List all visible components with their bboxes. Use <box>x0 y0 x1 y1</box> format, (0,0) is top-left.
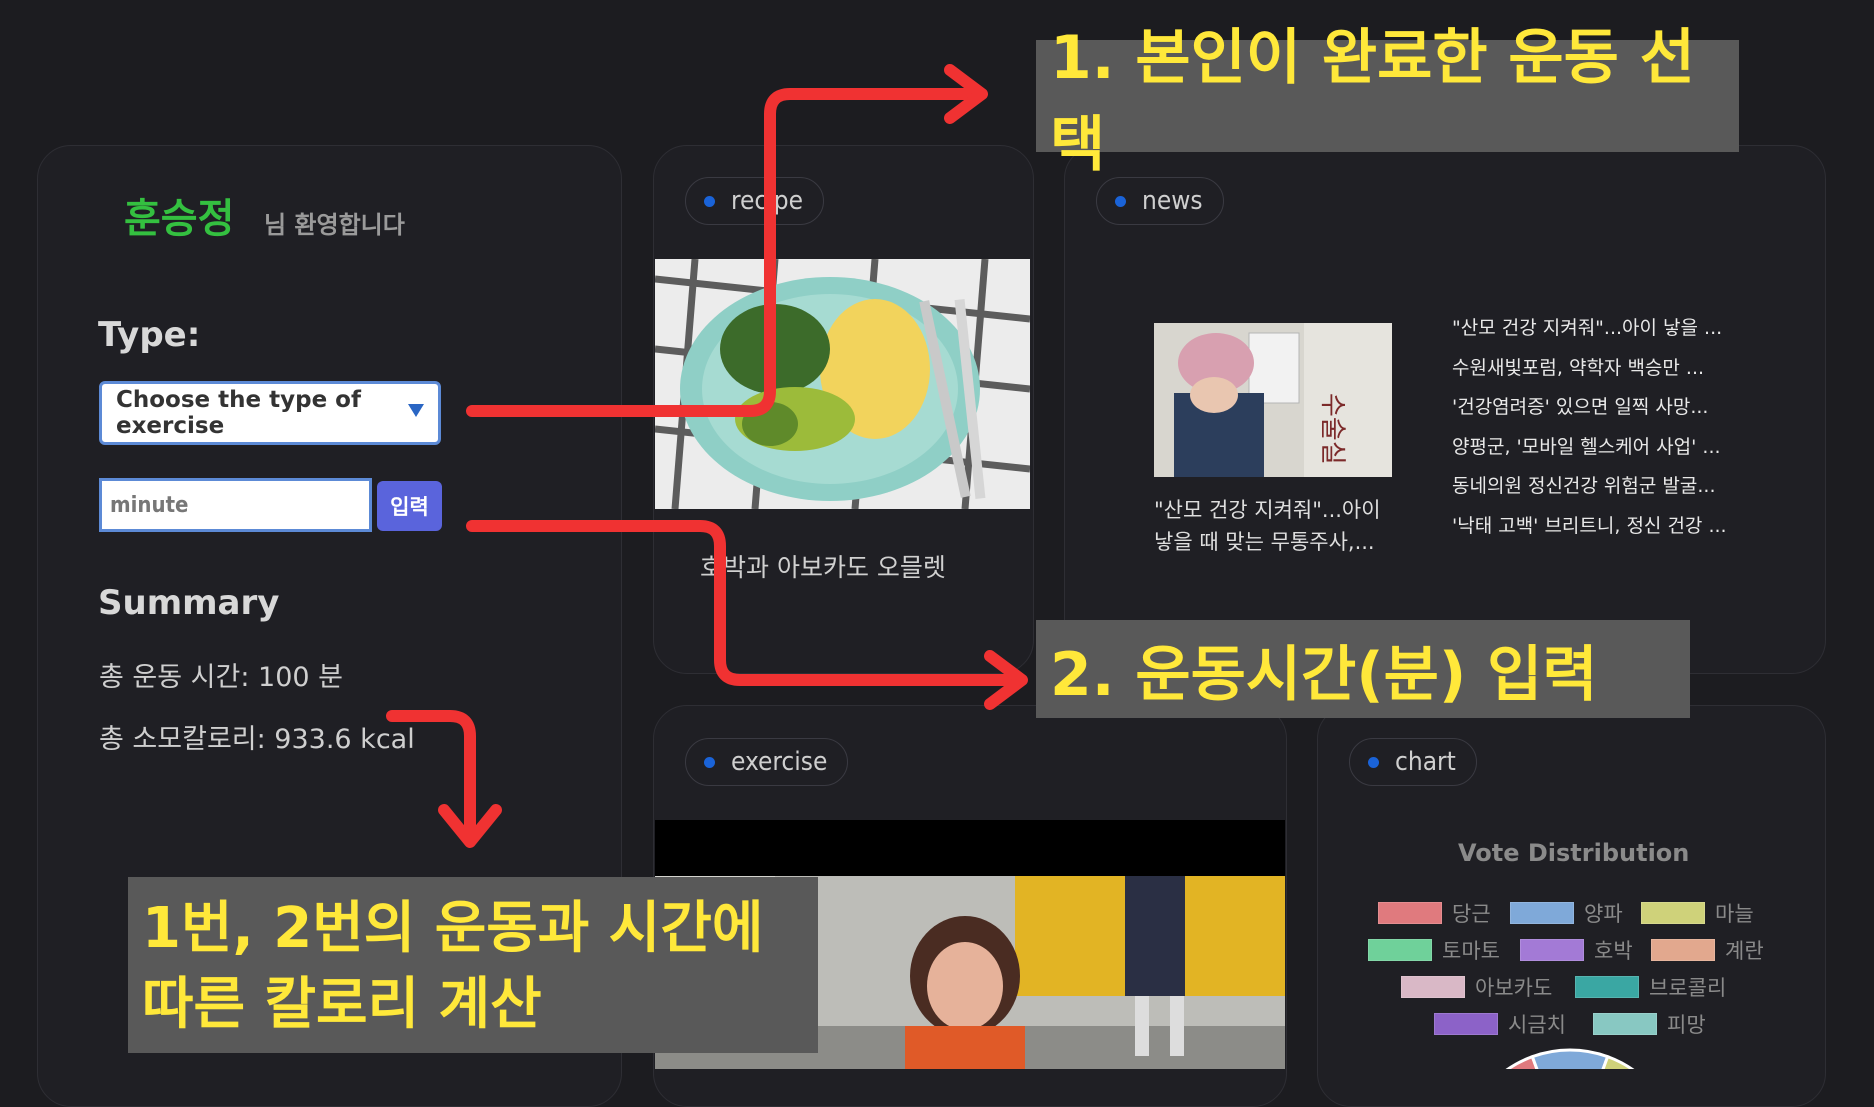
legend-item[interactable]: 브로콜리 <box>1575 972 1726 1002</box>
legend-swatch <box>1593 1013 1657 1035</box>
chart-title: Vote Distribution <box>1458 839 1690 867</box>
exercise-type-select[interactable]: Choose the type of exercise <box>99 381 441 445</box>
tab-chart[interactable]: chart <box>1349 738 1477 786</box>
submit-button[interactable]: 입력 <box>377 481 442 531</box>
tab-news[interactable]: news <box>1096 177 1224 225</box>
news-image[interactable]: 수술실 <box>1154 323 1392 477</box>
total-time: 총 운동 시간: 100 분 <box>99 662 344 693</box>
legend-item[interactable]: 피망 <box>1593 1009 1706 1039</box>
callout-three-line2: 따른 칼로리 계산 <box>142 972 542 1037</box>
news-item[interactable]: 동네의원 정신건강 위험군 발굴... <box>1452 470 1727 510</box>
tab-chart-label: chart <box>1395 747 1456 777</box>
news-item[interactable]: 양평군, '모바일 헬스케어 사업' ... <box>1452 431 1727 471</box>
legend-swatch <box>1434 1013 1498 1035</box>
callout-one-text: 1. 본인이 완료한 운동 선택 <box>1050 23 1695 180</box>
legend-item[interactable]: 토마토 <box>1368 935 1500 965</box>
legend-swatch <box>1575 976 1639 998</box>
legend-swatch <box>1510 902 1574 924</box>
legend-item[interactable]: 양파 <box>1510 898 1623 928</box>
legend-swatch <box>1378 902 1442 924</box>
callout-select-exercise: 1. 본인이 완료한 운동 선택 <box>1036 23 1739 180</box>
total-calories: 총 소모칼로리: 933.6 kcal <box>99 724 415 755</box>
legend-swatch <box>1368 939 1432 961</box>
news-item[interactable]: '낙태 고백' 브리트니, 정신 건강 ... <box>1452 510 1727 550</box>
legend-item[interactable]: 시금치 <box>1434 1009 1566 1039</box>
user-name: 훈승정 <box>124 196 235 242</box>
welcome-text: 님 환영합니다 <box>264 211 405 239</box>
tab-exercise[interactable]: exercise <box>685 738 849 786</box>
legend-label: 당근 <box>1452 902 1491 926</box>
bullet-icon <box>704 195 715 207</box>
type-label: Type: <box>98 315 201 355</box>
callout-two-text: 2. 운동시간(분) 입력 <box>1050 639 1598 710</box>
callout-calorie-calc: 1번, 2번의 운동과 시간에 따른 칼로리 계산 <box>128 877 818 1053</box>
legend-swatch <box>1641 902 1705 924</box>
minute-input[interactable] <box>99 478 372 532</box>
tab-exercise-label: exercise <box>731 747 828 777</box>
bullet-icon <box>704 756 715 768</box>
legend-label: 계란 <box>1725 939 1764 963</box>
legend-swatch <box>1520 939 1584 961</box>
legend-label: 브로콜리 <box>1649 976 1727 1000</box>
chevron-down-icon <box>408 404 424 417</box>
news-item[interactable]: '건강염려증' 있으면 일찍 사망... <box>1452 391 1727 431</box>
tab-recipe[interactable]: recipe <box>685 177 825 225</box>
news-item[interactable]: 수원새빛포럼, 약학자 백승만 ... <box>1452 352 1727 392</box>
bullet-icon <box>1115 195 1126 207</box>
summary-heading: Summary <box>98 583 280 623</box>
news-caption[interactable]: "산모 건강 지켜줘"...아이 낳을 때 맞는 무통주사,... <box>1154 494 1394 558</box>
legend-label: 호박 <box>1594 939 1633 963</box>
legend-label: 시금치 <box>1508 1013 1566 1037</box>
tab-news-label: news <box>1142 186 1203 216</box>
arrow-one-head <box>944 64 988 124</box>
legend-item[interactable]: 당근 <box>1378 898 1491 928</box>
select-value: Choose the type of exercise <box>116 387 361 439</box>
callout-enter-minutes: 2. 운동시간(분) 입력 <box>1036 620 1690 718</box>
callout-three-line1: 1번, 2번의 운동과 시간에 <box>142 896 764 961</box>
legend-label: 양파 <box>1584 902 1623 926</box>
legend-label: 피망 <box>1667 1013 1706 1037</box>
news-list: "산모 건강 지켜줘"...아이 낳을 ... 수원새빛포럼, 약학자 백승만 … <box>1452 312 1727 549</box>
legend-swatch <box>1651 939 1715 961</box>
legend-item[interactable]: 마늘 <box>1641 898 1754 928</box>
legend-item[interactable]: 호박 <box>1520 935 1633 965</box>
tab-recipe-label: recipe <box>731 186 804 216</box>
legend-label: 토마토 <box>1442 939 1500 963</box>
news-item[interactable]: "산모 건강 지켜줘"...아이 낳을 ... <box>1452 312 1727 352</box>
video-letterbox <box>655 820 1285 876</box>
recipe-title[interactable]: 호박과 아보카도 오믈렛 <box>700 548 946 584</box>
svg-text:수술실: 수술실 <box>1317 393 1347 465</box>
legend-label: 마늘 <box>1715 902 1754 926</box>
legend-label: 아보카도 <box>1475 976 1553 1000</box>
bullet-icon <box>1368 756 1379 768</box>
legend-item[interactable]: 계란 <box>1651 935 1764 965</box>
recipe-image[interactable] <box>655 259 1030 509</box>
legend-swatch <box>1401 976 1465 998</box>
legend-item[interactable]: 아보카도 <box>1401 972 1552 1002</box>
